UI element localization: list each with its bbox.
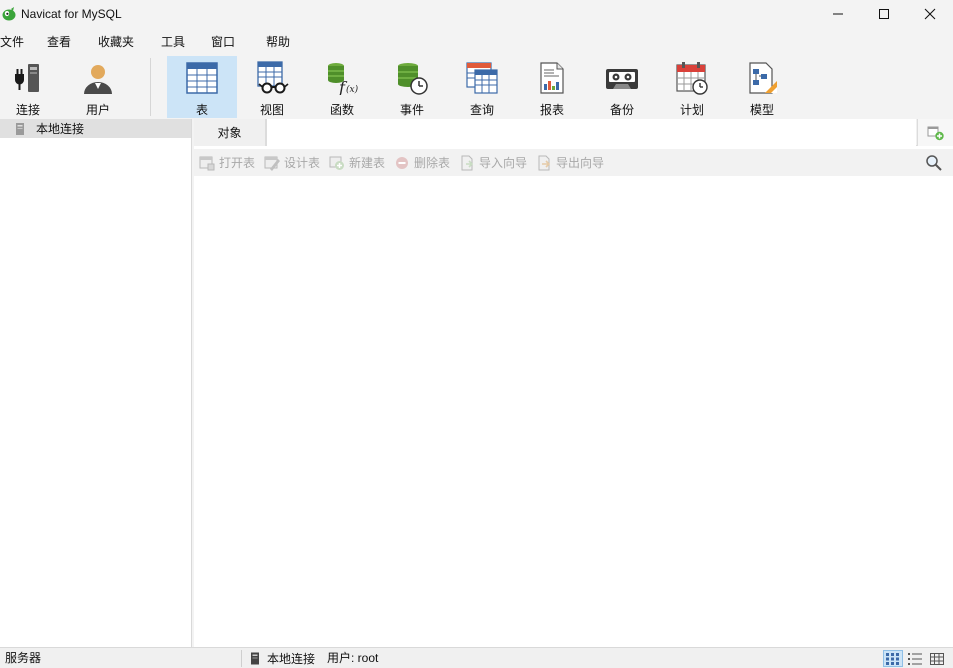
export-wizard-button[interactable]: 导出向导 [536, 149, 604, 176]
user-label: 用户 [85, 103, 110, 117]
open-table-label: 打开表 [219, 156, 256, 170]
connection-tree-label: 本地连接 [36, 122, 85, 136]
import-wizard-icon [459, 155, 475, 171]
open-table-button[interactable]: 打开表 [199, 149, 255, 176]
import-wizard-button[interactable]: 导入向导 [459, 149, 527, 176]
grid-view-icon [930, 652, 944, 665]
report-label: 报表 [539, 103, 564, 117]
tab-objects[interactable]: 对象 [194, 119, 266, 146]
connection-label: 连接 [15, 103, 40, 117]
user-icon [80, 60, 116, 96]
connection-button[interactable]: 连接 [0, 56, 56, 118]
report-button[interactable]: 报表 [517, 56, 587, 118]
new-tab-icon [927, 126, 944, 140]
window-title: Navicat for MySQL [21, 7, 122, 21]
menu-view[interactable]: 查看 [47, 32, 71, 52]
object-list-area[interactable] [194, 176, 953, 647]
function-icon: f (x) [324, 60, 360, 96]
open-table-icon [199, 155, 215, 171]
design-table-label: 设计表 [284, 156, 321, 170]
title-bar: Navicat for MySQL [0, 0, 953, 28]
new-tab-button[interactable] [917, 119, 953, 146]
menu-bar: 文件 查看 收藏夹 工具 窗口 帮助 [0, 32, 953, 52]
object-toolbar: 打开表 设计表 新建表 删除表 导入向导 导出向导 [194, 149, 953, 176]
schedule-label: 计划 [679, 103, 704, 117]
schedule-calendar-icon [674, 60, 710, 96]
query-icon [464, 60, 500, 96]
detail-view-icon [908, 652, 922, 665]
search-icon [926, 155, 942, 171]
menu-window[interactable]: 窗口 [211, 32, 235, 52]
connection-tree-item[interactable]: 本地连接 [0, 119, 191, 138]
new-table-button[interactable]: 新建表 [329, 149, 385, 176]
tab-strip-fill [266, 119, 916, 146]
export-wizard-icon [536, 155, 552, 171]
status-server-label: 服务器 [5, 651, 42, 665]
view-detail-button[interactable] [905, 650, 925, 667]
model-button[interactable]: 模型 [727, 56, 797, 118]
backup-tape-icon [604, 60, 640, 96]
minimize-button[interactable] [815, 0, 861, 28]
backup-button[interactable]: 备份 [587, 56, 657, 118]
new-table-label: 新建表 [349, 156, 386, 170]
toolbar-separator [150, 58, 151, 116]
view-mode-switcher [881, 650, 947, 667]
close-button[interactable] [907, 0, 953, 28]
design-table-icon [264, 155, 280, 171]
delete-table-button[interactable]: 删除表 [394, 149, 450, 176]
status-divider [241, 650, 242, 667]
user-button[interactable]: 用户 [70, 56, 126, 118]
report-chart-icon [534, 60, 570, 96]
maximize-button[interactable] [861, 0, 907, 28]
delete-table-icon [394, 155, 410, 171]
connection-server-icon [15, 122, 27, 136]
status-bar: 服务器 本地连接 用户: root [0, 647, 953, 668]
menu-help[interactable]: 帮助 [266, 32, 290, 52]
navigation-pane: 本地连接 [0, 119, 192, 647]
table-icon [184, 60, 220, 96]
tab-strip: 对象 [194, 119, 953, 146]
schedule-button[interactable]: 计划 [657, 56, 727, 118]
search-button[interactable] [925, 154, 943, 172]
import-wizard-label: 导入向导 [479, 156, 528, 170]
table-button[interactable]: 表 [167, 56, 237, 118]
design-table-button[interactable]: 设计表 [264, 149, 320, 176]
main-toolbar: 连接 用户 表 视图 f (x) 函数 事件 查询 报表 备份 计划 模型 [0, 56, 953, 119]
event-label: 事件 [399, 103, 424, 117]
navicat-logo-icon [1, 6, 17, 22]
query-label: 查询 [469, 103, 494, 117]
status-user-label: 用户: root [327, 651, 379, 665]
model-label: 模型 [749, 103, 774, 117]
view-glasses-icon [254, 60, 290, 96]
menu-tools[interactable]: 工具 [161, 32, 185, 52]
maximize-icon [879, 9, 889, 19]
status-connection: 本地连接 [250, 648, 315, 668]
backup-label: 备份 [609, 103, 634, 117]
status-connection-label: 本地连接 [267, 652, 316, 666]
view-list-button[interactable] [883, 650, 903, 667]
menu-favorites[interactable]: 收藏夹 [98, 32, 134, 52]
new-table-icon [329, 155, 345, 171]
main-area: 对象 打开表 设计表 新建表 删除表 导入向导 导出向导 [194, 119, 953, 647]
view-button[interactable]: 视图 [237, 56, 307, 118]
view-grid-button[interactable] [927, 650, 947, 667]
model-icon [744, 60, 780, 96]
table-label: 表 [195, 103, 208, 117]
event-clock-icon [394, 60, 430, 96]
minimize-icon [833, 13, 843, 15]
delete-table-label: 删除表 [414, 156, 451, 170]
list-view-icon [886, 652, 899, 665]
menu-file[interactable]: 文件 [0, 32, 24, 52]
query-button[interactable]: 查询 [447, 56, 517, 118]
export-wizard-label: 导出向导 [556, 156, 605, 170]
function-button[interactable]: f (x) 函数 [307, 56, 377, 118]
view-label: 视图 [259, 103, 284, 117]
function-label: 函数 [329, 103, 354, 117]
status-connection-icon [250, 652, 260, 665]
plug-icon [10, 60, 46, 96]
close-icon [924, 8, 936, 20]
event-button[interactable]: 事件 [377, 56, 447, 118]
svg-text:(x): (x) [346, 84, 359, 95]
